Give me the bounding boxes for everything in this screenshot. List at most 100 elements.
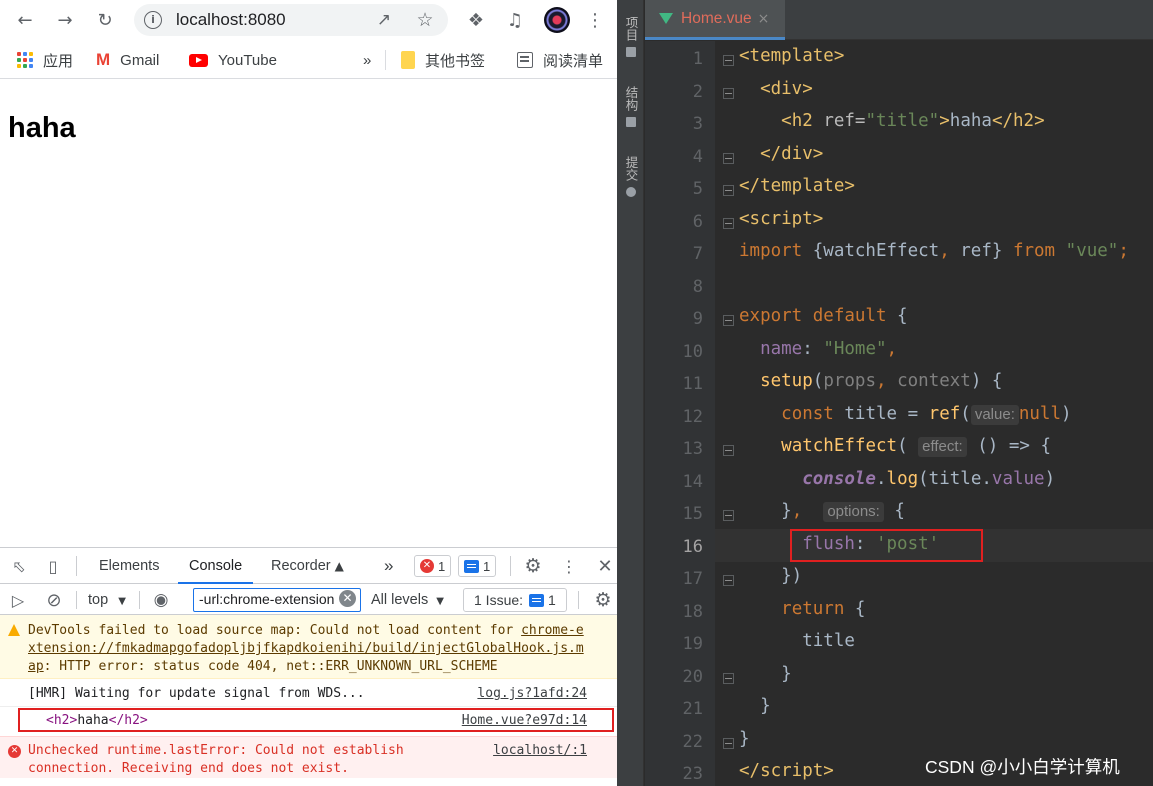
site-info-icon[interactable]: i xyxy=(144,11,162,29)
error-icon: ✕ xyxy=(8,745,21,758)
fold-marker-icon[interactable] xyxy=(723,575,734,586)
warning-icon xyxy=(8,624,20,636)
fold-marker-icon[interactable] xyxy=(723,217,734,229)
page-heading: haha xyxy=(8,112,76,144)
share-icon[interactable]: ↗ xyxy=(372,8,396,32)
profile-avatar[interactable] xyxy=(544,7,570,33)
code-line-23: </script> xyxy=(739,761,834,781)
clear-console-icon[interactable]: ⊘ xyxy=(43,589,65,611)
fold-marker-icon[interactable] xyxy=(723,737,734,749)
bookmark-star-icon[interactable]: ☆ xyxy=(413,8,437,32)
error-count-badge[interactable]: ✕ 1 xyxy=(414,555,452,577)
apps-grid-icon xyxy=(17,52,33,68)
code-line-22: } xyxy=(739,729,750,749)
side-tab-label: 提交 xyxy=(623,156,638,181)
live-expression-eye-icon[interactable]: ◉ xyxy=(150,589,172,611)
watermark-text: CSDN @小小白学计算机 xyxy=(925,757,1120,777)
close-tab-icon[interactable]: × xyxy=(758,11,770,27)
code-line-4: </div> xyxy=(760,144,824,164)
tab-home-vue[interactable]: Home.vue × xyxy=(645,0,785,40)
devtools-menu-icon[interactable]: ⋮ xyxy=(558,555,580,577)
media-control-icon[interactable]: ♫ xyxy=(501,6,529,34)
line-number: 3 xyxy=(692,114,703,134)
more-tabs-button[interactable]: » xyxy=(384,548,393,584)
address-bar[interactable]: i localhost:8080 ↗ ☆ xyxy=(134,4,448,36)
inspect-element-icon[interactable]: ⬁ xyxy=(8,555,30,577)
issues-button[interactable]: 1 Issue: 1 xyxy=(463,588,567,612)
tab-recorder[interactable]: Recorder ▲ xyxy=(271,548,344,584)
line-number: 19 xyxy=(682,634,703,654)
error-text-line2: connection. Receiving end does not exist… xyxy=(28,761,349,776)
code-line-13: watchEffect( effect: () => { xyxy=(781,436,1052,457)
commit-tool-tab[interactable]: 提交 xyxy=(621,156,641,197)
project-tool-tab[interactable]: 项目 xyxy=(621,16,641,57)
param-hint-options: options: xyxy=(823,502,884,522)
source-link[interactable]: log.js?1afd:24 xyxy=(477,685,587,703)
fold-marker-icon[interactable] xyxy=(723,510,734,521)
line-number: 11 xyxy=(682,374,703,394)
bookmarks-overflow-button[interactable]: » xyxy=(363,50,371,70)
issues-label: 1 Issue: xyxy=(474,592,524,608)
device-toolbar-icon[interactable]: ▯ xyxy=(42,555,64,577)
fold-marker-icon[interactable] xyxy=(723,445,734,456)
youtube-icon xyxy=(189,53,208,67)
bookmarks-bar: 应用 M Gmail YouTube » 其他书签 阅读清单 xyxy=(0,41,617,79)
browser-toolbar: ← → ↻ i localhost:8080 ↗ ☆ ❖ ♫ ⋮ xyxy=(0,0,617,41)
tab-elements[interactable]: Elements xyxy=(99,548,159,584)
extensions-puzzle-icon[interactable]: ❖ xyxy=(462,6,490,34)
code-line-9: export default { xyxy=(739,306,908,326)
bookmark-reading-list[interactable]: 阅读清单 xyxy=(517,50,603,70)
bookmark-gmail[interactable]: M Gmail xyxy=(96,50,159,70)
fold-marker-icon[interactable] xyxy=(723,672,734,684)
structure-icon xyxy=(626,117,636,127)
forward-arrow-icon[interactable]: → xyxy=(51,6,79,34)
warning-text: DevTools failed to load source map: Coul… xyxy=(28,623,522,638)
param-hint-effect: effect: xyxy=(918,437,967,457)
tab-recorder-label: Recorder xyxy=(271,558,331,574)
message-icon xyxy=(464,559,479,573)
bookmark-youtube[interactable]: YouTube xyxy=(189,50,277,70)
code-line-3: <h2 ref="title">haha</h2> xyxy=(781,111,1045,131)
console-settings-gear-icon[interactable]: ⚙ xyxy=(592,589,614,611)
line-number: 17 xyxy=(682,569,703,589)
clear-filter-icon[interactable]: ✕ xyxy=(339,590,356,607)
side-tab-label: 结构 xyxy=(623,86,638,111)
reload-icon[interactable]: ↻ xyxy=(91,6,119,34)
code-line-15: }, options: { xyxy=(739,501,905,522)
source-link[interactable]: localhost/:1 xyxy=(493,742,587,760)
console-filter-input[interactable]: -url:chrome-extension xyxy=(193,588,361,612)
fold-marker-icon[interactable] xyxy=(723,87,734,99)
bookmark-apps[interactable]: 应用 xyxy=(17,50,73,70)
line-number: 1 xyxy=(692,49,703,69)
url-text[interactable]: localhost:8080 xyxy=(176,10,286,30)
structure-tool-tab[interactable]: 结构 xyxy=(621,86,641,127)
caret-down-icon: ▼ xyxy=(436,596,444,607)
kebab-menu-icon[interactable]: ⋮ xyxy=(581,6,609,34)
fold-marker-icon[interactable] xyxy=(723,315,734,326)
vue-file-icon xyxy=(659,13,673,24)
tab-divider xyxy=(76,556,77,576)
line-number: 22 xyxy=(682,731,703,752)
log-levels-dropdown[interactable]: All levels ▼ xyxy=(371,585,444,615)
warning-tail: : HTTP error: status code 404, net::ERR_… xyxy=(43,659,498,674)
line-number: 23 xyxy=(682,764,703,784)
message-count-badge[interactable]: 1 xyxy=(458,555,497,577)
settings-gear-icon[interactable]: ⚙ xyxy=(522,555,544,577)
tab-console[interactable]: Console xyxy=(178,548,254,584)
bookmark-label: 应用 xyxy=(43,52,74,70)
fold-marker-icon[interactable] xyxy=(723,55,734,66)
bookmark-other-folder[interactable]: 其他书签 xyxy=(401,50,485,70)
tool-window-strip: 项目 结构 提交 xyxy=(617,0,644,786)
gmail-icon: M xyxy=(96,50,111,69)
line-number: 7 xyxy=(692,244,703,264)
folder-icon xyxy=(401,51,415,69)
fold-marker-icon[interactable] xyxy=(723,152,734,164)
context-selector[interactable]: top ▼ xyxy=(88,585,126,615)
back-arrow-icon[interactable]: ← xyxy=(11,6,39,34)
show-sidebar-icon[interactable]: ▷ xyxy=(7,589,29,611)
fold-marker-icon[interactable] xyxy=(723,185,734,196)
line-number: 20 xyxy=(682,666,703,687)
code-line-1: <template> xyxy=(739,46,845,66)
highlight-box xyxy=(790,529,983,562)
close-devtools-icon[interactable]: ✕ xyxy=(594,555,616,577)
